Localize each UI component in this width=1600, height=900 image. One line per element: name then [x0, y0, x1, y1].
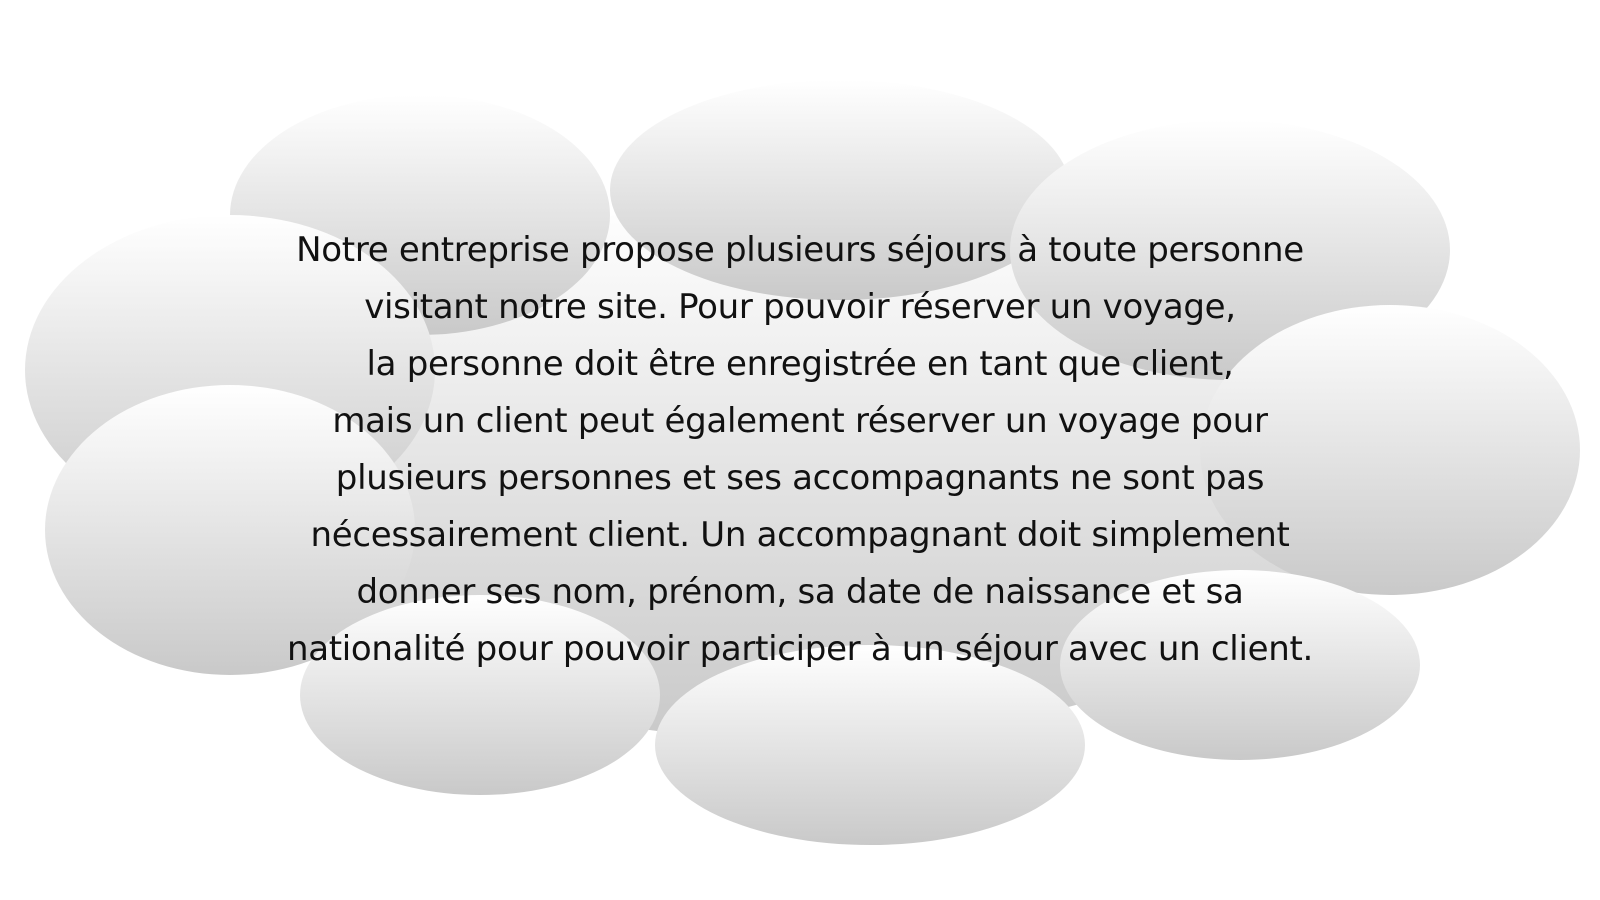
cloud-line: nécessairement client. Un accompagnant d… [310, 515, 1290, 555]
cloud-line: donner ses nom, prénom, sa date de naiss… [356, 572, 1244, 612]
cloud-line: la personne doit être enregistrée en tan… [366, 344, 1234, 384]
cloud-paragraph: Notre entreprise propose plusieurs séjou… [150, 222, 1450, 678]
cloud-line: mais un client peut également réserver u… [332, 401, 1268, 441]
cloud-line: Notre entreprise propose plusieurs séjou… [296, 230, 1304, 270]
cloud-line: visitant notre site. Pour pouvoir réserv… [364, 287, 1236, 327]
slide-canvas: Notre entreprise propose plusieurs séjou… [0, 0, 1600, 900]
cloud-line: plusieurs personnes et ses accompagnants… [335, 458, 1265, 498]
cloud-line: nationalité pour pouvoir participer à un… [286, 629, 1314, 669]
